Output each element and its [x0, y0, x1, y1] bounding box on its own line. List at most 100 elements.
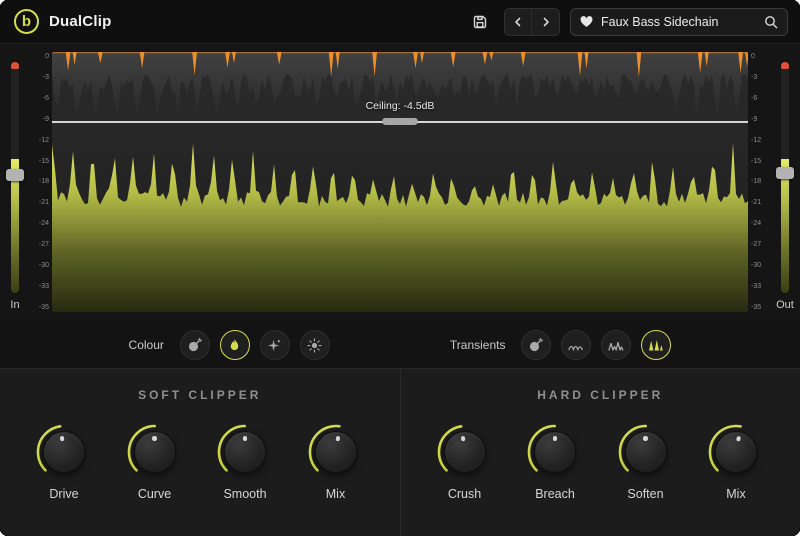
heart-icon[interactable]	[580, 16, 593, 28]
soft-clipper-title: SOFT CLIPPER	[138, 389, 261, 401]
output-gain-handle[interactable]	[776, 167, 794, 179]
input-clip-led	[11, 62, 19, 69]
preset-selector[interactable]: Faux Bass Sidechain	[570, 8, 788, 36]
logo-letter: b	[22, 14, 31, 29]
search-icon[interactable]	[764, 15, 778, 29]
crush-knob[interactable]	[436, 423, 494, 481]
soft-mix-knob[interactable]	[307, 423, 365, 481]
colour-option-4-button[interactable]	[300, 330, 330, 360]
output-meter-fill	[781, 159, 789, 293]
hard-clipper-knobs: Crush Breach Soften	[401, 423, 800, 501]
scale-label: -15	[751, 158, 767, 165]
waveform-graphic	[52, 52, 748, 312]
transient-option-2-button[interactable]	[561, 330, 591, 360]
colour-label: Colour	[129, 338, 164, 352]
drive-knob[interactable]	[35, 423, 93, 481]
crush-control: Crush	[435, 423, 495, 501]
soft-clipper-panel: SOFT CLIPPER Drive Curve	[0, 369, 400, 536]
hard-mix-control: Mix	[706, 423, 766, 501]
ceiling-handle[interactable]	[382, 118, 418, 125]
soften-knob[interactable]	[617, 423, 675, 481]
waveform-display-section: In 0 -3 -6 -9 -12 -15 -18 -21 -24 -27 -3…	[0, 44, 800, 322]
hard-mix-label: Mix	[726, 487, 745, 501]
scale-label: -3	[751, 74, 767, 81]
dualclip-logo-icon: b	[14, 9, 39, 34]
curve-knob[interactable]	[126, 423, 184, 481]
colour-option-1-button[interactable]	[180, 330, 210, 360]
topbar-right: Faux Bass Sidechain	[466, 8, 788, 36]
scale-label: 0	[33, 53, 49, 60]
preset-name: Faux Bass Sidechain	[601, 15, 756, 29]
smooth-control: Smooth	[215, 423, 275, 501]
hard-mix-knob[interactable]	[707, 423, 765, 481]
knob-pointer	[625, 431, 667, 473]
output-meter: Out	[770, 44, 800, 322]
save-preset-button[interactable]	[466, 8, 494, 36]
input-meter: In	[0, 44, 30, 322]
scale-label: -33	[33, 283, 49, 290]
transient-option-4-button[interactable]	[641, 330, 671, 360]
input-meter-label: In	[10, 298, 19, 312]
output-meter-label: Out	[776, 298, 794, 312]
db-scale-left: 0 -3 -6 -9 -12 -15 -18 -21 -24 -27 -30 -…	[30, 52, 52, 312]
clipper-panels: SOFT CLIPPER Drive Curve	[0, 368, 800, 536]
transient-option-3-button[interactable]	[601, 330, 631, 360]
plugin-window: b DualClip	[0, 0, 800, 536]
scale-label: -30	[33, 262, 49, 269]
smooth-knob[interactable]	[216, 423, 274, 481]
bomb-icon	[528, 337, 544, 353]
scale-label: -12	[751, 137, 767, 144]
soft-mix-label: Mix	[326, 487, 345, 501]
save-icon	[472, 14, 488, 30]
scale-label: -35	[33, 304, 49, 311]
output-clip-led	[781, 62, 789, 69]
hard-clipper-panel: HARD CLIPPER Crush Breac	[400, 369, 800, 536]
scale-label: -21	[751, 199, 767, 206]
soften-control: Soften	[616, 423, 676, 501]
scale-label: -15	[33, 158, 49, 165]
input-meter-track	[11, 62, 19, 293]
soft-clipper-knobs: Drive Curve Smooth	[0, 423, 400, 501]
scale-label: -24	[33, 220, 49, 227]
soft-mix-control: Mix	[306, 423, 366, 501]
transients-group: Transients	[450, 330, 672, 360]
chevron-right-icon	[540, 16, 552, 28]
drive-control: Drive	[34, 423, 94, 501]
scale-label: -9	[751, 116, 767, 123]
scale-label: -6	[751, 95, 767, 102]
waveform-view: Ceiling: -4.5dB	[52, 52, 748, 312]
input-gain-handle[interactable]	[6, 169, 24, 181]
colour-group: Colour	[129, 330, 330, 360]
wave-sharp-icon	[648, 338, 664, 353]
knob-pointer	[224, 431, 266, 473]
scale-label: -18	[33, 178, 49, 185]
breach-label: Breach	[535, 487, 575, 501]
previous-preset-button[interactable]	[505, 9, 532, 35]
colour-option-2-button[interactable]	[220, 330, 250, 360]
breach-control: Breach	[525, 423, 585, 501]
bomb-icon	[187, 337, 203, 353]
scale-label: -35	[751, 304, 767, 311]
scale-label: -27	[33, 241, 49, 248]
wave-panel: 0 -3 -6 -9 -12 -15 -18 -21 -24 -27 -30 -…	[30, 44, 770, 322]
soften-label: Soften	[627, 487, 663, 501]
brand: b DualClip	[14, 9, 111, 34]
preset-nav	[504, 8, 560, 36]
scale-label: -27	[751, 241, 767, 248]
drive-label: Drive	[49, 487, 78, 501]
wave-medium-icon	[608, 338, 624, 353]
wave-soft-icon	[568, 338, 584, 353]
app-title: DualClip	[49, 13, 111, 30]
next-preset-button[interactable]	[532, 9, 559, 35]
topbar: b DualClip	[0, 0, 800, 44]
transient-option-1-button[interactable]	[521, 330, 551, 360]
ceiling-label: Ceiling: -4.5dB	[366, 100, 435, 112]
spark-icon	[267, 338, 282, 353]
curve-control: Curve	[125, 423, 185, 501]
sun-icon	[307, 338, 322, 353]
colour-option-3-button[interactable]	[260, 330, 290, 360]
db-scale-right: 0 -3 -6 -9 -12 -15 -18 -21 -24 -27 -30 -…	[748, 52, 770, 312]
chevron-left-icon	[512, 16, 524, 28]
breach-knob[interactable]	[526, 423, 584, 481]
mode-controls-row: Colour	[0, 322, 800, 368]
